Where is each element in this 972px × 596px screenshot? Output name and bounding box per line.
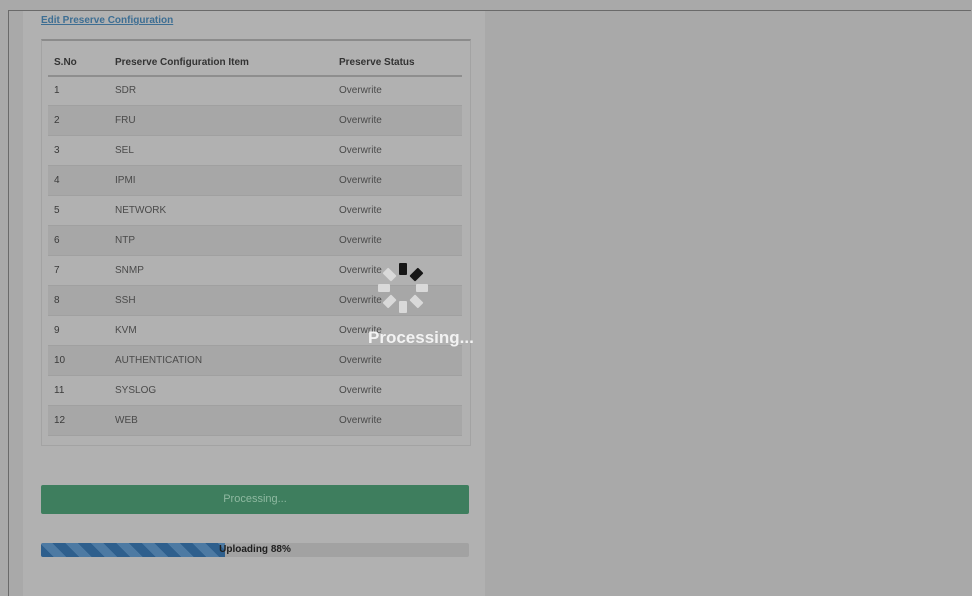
cell-status: Overwrite (339, 85, 382, 96)
content-frame: Edit Preserve Configuration S.No Preserv… (8, 10, 971, 596)
cell-sno: 12 (54, 415, 66, 426)
cell-item: FRU (115, 115, 136, 126)
edit-preserve-configuration-link[interactable]: Edit Preserve Configuration (41, 15, 173, 26)
cell-sno: 5 (54, 205, 60, 216)
cell-status: Overwrite (339, 115, 382, 126)
cell-item: NTP (115, 235, 135, 246)
cell-status: Overwrite (339, 145, 382, 156)
table-row: 4 IPMI Overwrite (48, 166, 462, 196)
table-header: S.No Preserve Configuration Item Preserv… (48, 51, 462, 77)
cell-item: SNMP (115, 265, 144, 276)
header-item: Preserve Configuration Item (115, 57, 249, 68)
processing-overlay-title: Processing... (368, 328, 474, 347)
table-row: 2 FRU Overwrite (48, 106, 462, 136)
cell-sno: 10 (54, 355, 66, 366)
cell-item: SYSLOG (115, 385, 157, 396)
cell-item: SSH (115, 295, 136, 306)
cell-status: Overwrite (339, 235, 382, 246)
cell-item: AUTHENTICATION (115, 355, 203, 366)
cell-sno: 3 (54, 145, 60, 156)
cell-item: SDR (115, 85, 137, 96)
upload-progress-label: Uploading 88% (219, 544, 291, 555)
table-row: 1 SDR Overwrite (48, 76, 462, 106)
cell-status: Overwrite (339, 415, 382, 426)
cell-sno: 4 (54, 175, 60, 186)
cell-item: NETWORK (115, 205, 167, 216)
table-row: 10 AUTHENTICATION Overwrite (48, 346, 462, 376)
cell-sno: 1 (54, 85, 60, 96)
cell-item: IPMI (115, 175, 136, 186)
upload-progress-bar: Uploading 88% (41, 543, 469, 557)
preserve-config-table: S.No Preserve Configuration Item Preserv… (41, 39, 471, 446)
cell-status: Overwrite (339, 355, 382, 366)
cell-sno: 11 (54, 385, 65, 396)
cell-item: WEB (115, 415, 138, 426)
processing-button[interactable]: Processing... (41, 485, 469, 514)
cell-sno: 7 (54, 265, 60, 276)
table-row: 6 NTP Overwrite (48, 226, 462, 256)
table-row: 3 SEL Overwrite (48, 136, 462, 166)
loading-spinner-icon (378, 263, 428, 313)
cell-sno: 9 (54, 325, 60, 336)
header-sno: S.No (54, 57, 77, 68)
cell-sno: 8 (54, 295, 60, 306)
cell-item: KVM (115, 325, 137, 336)
cell-sno: 2 (54, 115, 60, 126)
table-row: 5 NETWORK Overwrite (48, 196, 462, 226)
table-row: 12 WEB Overwrite (48, 406, 462, 436)
cell-status: Overwrite (339, 205, 382, 216)
table-row: 11 SYSLOG Overwrite (48, 376, 462, 406)
cell-sno: 6 (54, 235, 60, 246)
cell-status: Overwrite (339, 175, 382, 186)
table-body: 1 SDR Overwrite 2 FRU Overwrite 3 SEL Ov… (48, 76, 462, 436)
cell-status: Overwrite (339, 385, 382, 396)
header-status: Preserve Status (339, 57, 415, 68)
cell-item: SEL (115, 145, 134, 156)
